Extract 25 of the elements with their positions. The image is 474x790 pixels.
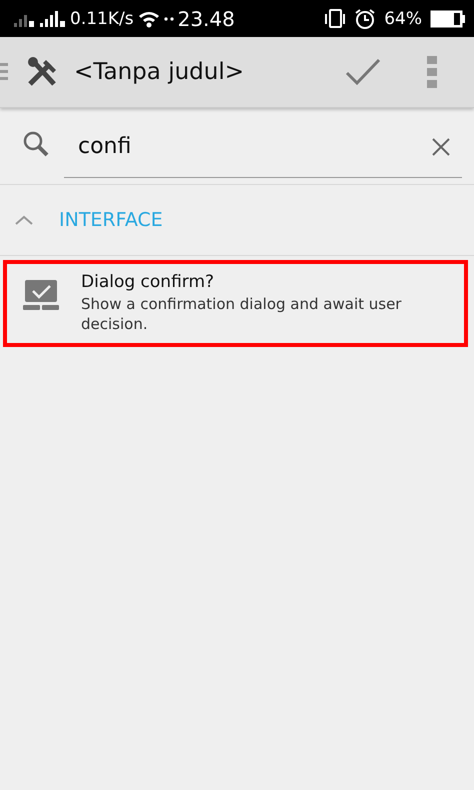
clear-button[interactable]: [432, 138, 450, 156]
item-title: Dialog confirm?: [81, 272, 216, 292]
search-icon: [22, 130, 50, 158]
section-title: INTERFACE: [59, 209, 163, 231]
confirm-button[interactable]: [345, 57, 381, 87]
more-button[interactable]: [427, 56, 437, 88]
check-icon: [345, 57, 381, 87]
item-description: Show a confirmation dialog and await user decision.: [81, 294, 402, 334]
battery-percent: 64%: [384, 8, 422, 28]
document-title: <Tanpa judul>: [74, 59, 244, 85]
search-field[interactable]: confi: [64, 124, 462, 178]
chevron-up-icon: [15, 215, 33, 225]
signal-icon: [40, 10, 66, 26]
network-speed: 0.11K/s: [70, 8, 134, 28]
list-item[interactable]: Dialog confirm? Show a confirmation dialog and await user decision.: [3, 260, 468, 346]
wifi-icon: [138, 10, 160, 28]
vibrate-icon: [324, 8, 346, 28]
dots-icon: [164, 16, 174, 20]
laptop-check-icon: [23, 280, 59, 312]
close-icon: [432, 138, 450, 156]
battery-icon: [430, 10, 466, 28]
alarm-icon: [354, 8, 376, 30]
clock-time: 23.48: [178, 6, 235, 30]
menu-icon: [0, 61, 8, 83]
more-icon: [427, 56, 437, 88]
